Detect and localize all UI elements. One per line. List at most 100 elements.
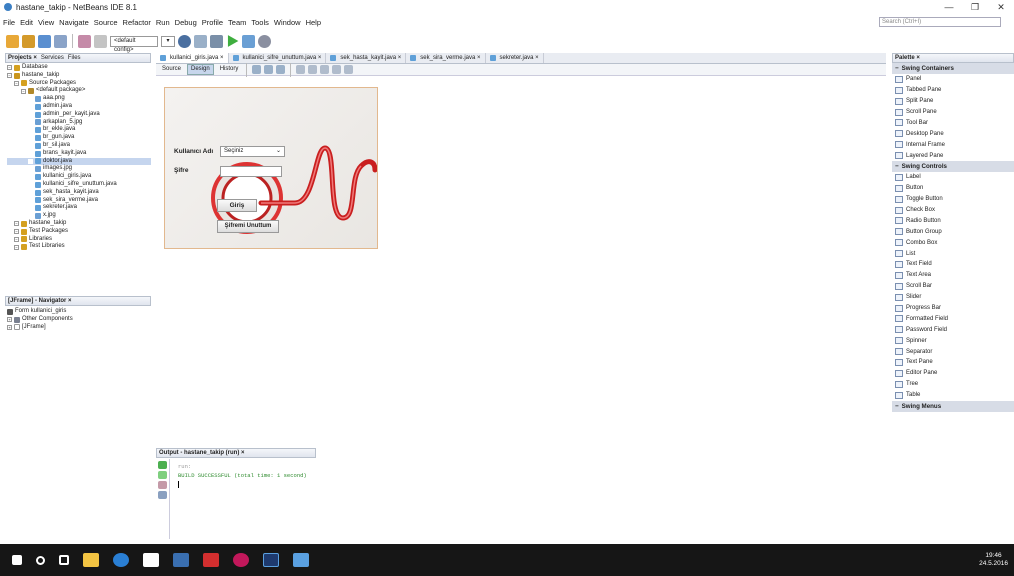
config-select[interactable]: <default config> <box>110 35 158 53</box>
expand-icon[interactable] <box>28 135 33 141</box>
output-settings-icon[interactable] <box>158 491 167 499</box>
user-combo[interactable]: Seçiniz ⌄ <box>220 146 285 157</box>
palette-item[interactable]: Button <box>892 183 1014 194</box>
tree-item[interactable]: − hastane_takip <box>7 220 151 228</box>
close-button[interactable]: ✕ <box>988 0 1014 14</box>
list-item[interactable]: + Other Components <box>7 316 151 324</box>
expand-icon[interactable]: − <box>14 229 19 235</box>
tab-sek-sira-verme[interactable]: sek_sira_verme.java × <box>406 53 486 63</box>
tree-item[interactable]: − <default package> <box>7 87 151 95</box>
open-project-icon[interactable] <box>38 34 51 48</box>
menu-tools[interactable]: Tools <box>248 18 271 27</box>
preview-icon[interactable] <box>276 65 286 74</box>
tree-item[interactable]: − Source Packages <box>7 80 151 88</box>
profile-icon[interactable] <box>258 34 271 48</box>
tree-item[interactable]: doktor.java <box>7 157 151 166</box>
palette-item[interactable]: Slider <box>892 292 1014 303</box>
selection-mode-icon[interactable] <box>252 65 262 74</box>
align-top-icon[interactable] <box>332 65 342 74</box>
expand-icon[interactable] <box>28 166 33 172</box>
tree-item[interactable]: sekreter.java <box>7 204 151 212</box>
tab-projects[interactable]: Projects × <box>8 55 37 61</box>
photoshop-icon[interactable] <box>263 553 279 567</box>
menu-profile[interactable]: Profile <box>199 18 225 27</box>
palette-item[interactable]: Spinner <box>892 335 1014 346</box>
palette-item[interactable]: Label <box>892 172 1014 183</box>
tree-item[interactable]: br_sil.java <box>7 142 151 150</box>
expand-icon[interactable] <box>28 151 33 157</box>
start-icon[interactable] <box>12 555 22 565</box>
expand-icon[interactable] <box>28 190 33 196</box>
list-item[interactable]: + [JFrame] <box>7 324 151 332</box>
collapse-icon[interactable]: − <box>895 163 899 170</box>
tree-item[interactable]: brans_kayit.java <box>7 150 151 158</box>
menu-file[interactable]: File <box>0 18 17 27</box>
expand-icon[interactable]: − <box>14 244 19 250</box>
palette-item[interactable]: Tool Bar <box>892 117 1014 128</box>
app-icon[interactable] <box>233 553 249 567</box>
palette-item[interactable]: Combo Box <box>892 237 1014 248</box>
menu-source[interactable]: Source <box>91 18 120 27</box>
forgot-password-button[interactable]: Şifremi Unuttum <box>217 220 279 233</box>
menu-debug[interactable]: Debug <box>172 18 199 27</box>
login-button[interactable]: Giriş <box>217 199 257 212</box>
search-input[interactable]: Search (Ctrl+I) <box>879 17 1001 27</box>
task-view-icon[interactable] <box>59 555 69 565</box>
palette-item[interactable]: Radio Button <box>892 215 1014 226</box>
expand-icon[interactable] <box>28 96 33 102</box>
palette-item[interactable]: Table <box>892 390 1014 401</box>
menu-window[interactable]: Window <box>271 18 303 27</box>
palette-item[interactable]: Tree <box>892 379 1014 390</box>
palette-item[interactable]: Password Field <box>892 324 1014 335</box>
minimize-button[interactable]: — <box>936 0 962 14</box>
expand-icon[interactable]: − <box>14 221 19 227</box>
menu-run[interactable]: Run <box>153 18 172 27</box>
new-project-icon[interactable] <box>22 34 35 48</box>
tree-item[interactable]: arkaplan_5.jpg <box>7 119 151 127</box>
expand-icon[interactable]: − <box>21 88 26 94</box>
build-icon[interactable] <box>210 34 223 48</box>
expand-icon[interactable] <box>28 119 33 125</box>
tree-item[interactable]: − Test Packages <box>7 228 151 236</box>
resize-icon[interactable] <box>344 65 354 74</box>
palette-item[interactable]: Text Area <box>892 270 1014 281</box>
tab-files[interactable]: Files <box>68 55 81 61</box>
expand-icon[interactable]: − <box>7 73 12 79</box>
expand-icon[interactable] <box>28 143 33 149</box>
expand-icon[interactable]: − <box>14 236 19 242</box>
clock[interactable]: 19:46 24.5.2016 <box>979 552 1008 568</box>
tree-item[interactable]: − hastane_takip <box>7 72 151 80</box>
palette-item[interactable]: Button Group <box>892 226 1014 237</box>
tree-item[interactable]: sek_hasta_kayit.java <box>7 189 151 197</box>
undo-icon[interactable] <box>78 34 91 48</box>
store-icon[interactable] <box>143 553 159 567</box>
expand-icon[interactable] <box>28 197 33 203</box>
expand-icon[interactable] <box>28 104 33 110</box>
expand-icon[interactable] <box>28 112 33 118</box>
menu-help[interactable]: Help <box>303 18 323 27</box>
netbeans-taskbar-icon[interactable] <box>293 553 309 567</box>
expand-icon[interactable]: − <box>7 65 12 71</box>
align-left-icon[interactable] <box>296 65 306 74</box>
clean-build-icon[interactable] <box>194 34 207 48</box>
tree-item[interactable]: admin.java <box>7 103 151 111</box>
collapse-icon[interactable]: − <box>895 65 899 72</box>
rerun-with-params-icon[interactable] <box>158 471 167 479</box>
tab-kullanici-giris[interactable]: kullanici_giris.java × <box>156 53 229 63</box>
palette-item[interactable]: Scroll Pane <box>892 107 1014 118</box>
tree-item[interactable]: x.jpg <box>7 212 151 220</box>
expand-icon[interactable]: − <box>14 80 19 86</box>
list-item[interactable]: Form kullanici_giris <box>7 308 151 316</box>
palette-item[interactable]: Check Box <box>892 205 1014 216</box>
tree-item[interactable]: admin_per_kayit.java <box>7 111 151 119</box>
edge-icon[interactable] <box>113 553 129 567</box>
tab-services[interactable]: Services <box>41 55 64 61</box>
search-icon[interactable] <box>36 555 45 565</box>
tree-item[interactable]: images.jpg <box>7 165 151 173</box>
expand-icon[interactable] <box>28 127 33 133</box>
palette-category[interactable]: − Swing Containers <box>892 63 1014 74</box>
tab-kullanici-sifre-unuttum[interactable]: kullanici_sifre_unuttum.java × <box>229 53 327 63</box>
palette-item[interactable]: Formatted Field <box>892 313 1014 324</box>
expand-icon[interactable] <box>28 174 33 180</box>
settings-icon[interactable] <box>178 34 191 48</box>
